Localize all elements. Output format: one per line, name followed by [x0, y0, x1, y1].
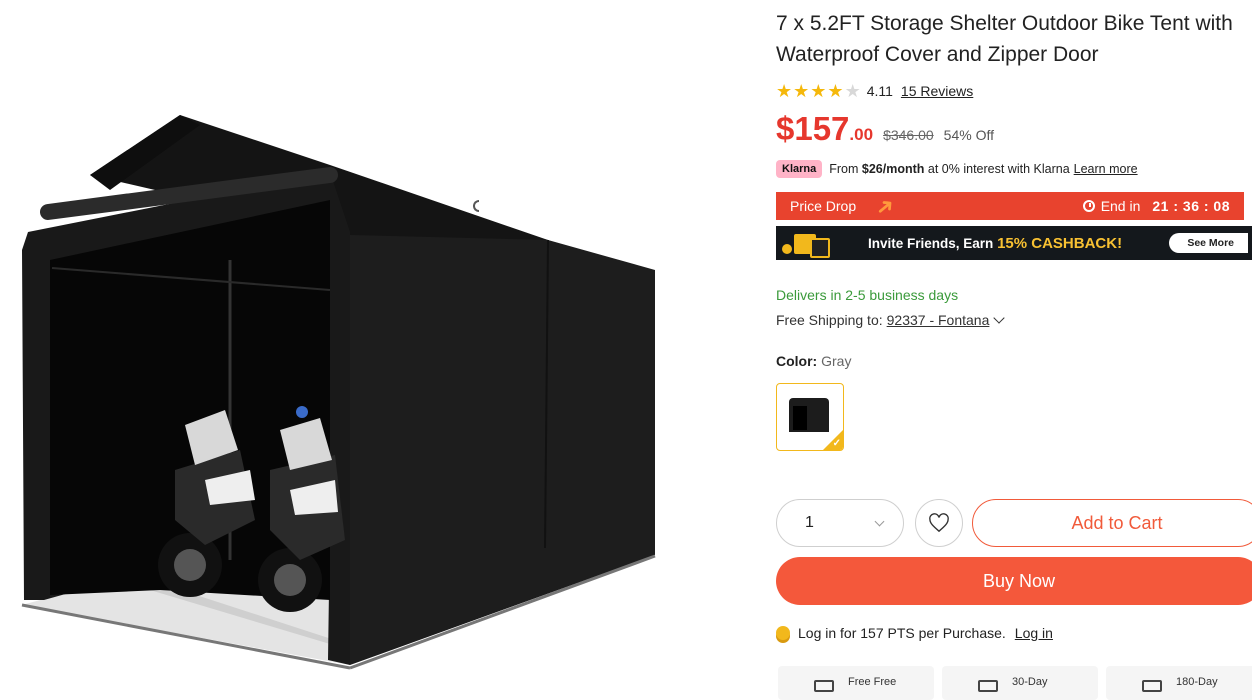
- return-icon: [978, 680, 998, 692]
- star-rating: ★ ★ ★ ★ ★: [776, 82, 861, 100]
- clock-icon: [1082, 200, 1095, 212]
- gift-bags-icon: [776, 226, 846, 260]
- quantity-value: 1: [805, 514, 814, 531]
- klarna-learn-more-link[interactable]: Learn more: [1074, 162, 1138, 176]
- invite-friends-banner[interactable]: Invite Friends, Earn 15% CASHBACK! See M…: [776, 226, 1252, 260]
- shipping-row: Free Shipping to: 92337 - Fontana: [776, 312, 1006, 328]
- price-drop-label: Price Drop: [790, 198, 857, 214]
- klarna-prefix: From: [829, 162, 859, 176]
- feature-free-shipping: Free Free: [778, 666, 934, 700]
- star-icon: ★: [776, 81, 793, 101]
- shield-icon: [1142, 680, 1162, 692]
- chevron-down-icon: [874, 516, 885, 526]
- klarna-row: Klarna From $26/month at 0% interest wit…: [776, 158, 1138, 180]
- klarna-suffix: at 0% interest with Klarna: [927, 162, 1070, 176]
- tent-photo: [21, 115, 656, 670]
- feature-returns: 30-Day: [942, 666, 1098, 700]
- star-icon: ★: [810, 81, 827, 101]
- buy-now-button[interactable]: Buy Now: [776, 557, 1252, 605]
- feature-badges: Free Free 30-Day 180-Day: [778, 666, 1252, 700]
- current-price-cents: .00: [849, 125, 874, 144]
- cashback-highlight: 15% CASHBACK!: [997, 234, 1123, 252]
- feature-label: Free Free: [848, 676, 897, 688]
- quantity-select[interactable]: 1: [776, 499, 904, 547]
- feature-label: 180-Day: [1176, 676, 1218, 688]
- product-title: 7 x 5.2FT Storage Shelter Outdoor Bike T…: [776, 12, 1233, 66]
- feature-label: 30-Day: [1012, 676, 1048, 688]
- price-row: $157 .00 $346.00 54% Off: [776, 110, 994, 152]
- product-main-image[interactable]: [0, 0, 680, 688]
- discount-label: 54% Off: [943, 127, 994, 143]
- star-icon: ★: [844, 81, 861, 101]
- end-in-label: End in: [1100, 198, 1141, 214]
- original-price: $346.00: [883, 127, 934, 143]
- arrow-down-icon: ➜: [869, 191, 900, 223]
- star-icon: ★: [793, 81, 810, 101]
- current-price: $157: [776, 110, 850, 147]
- klarna-logo: Klarna: [776, 160, 823, 178]
- zip-location-link[interactable]: 92337 - Fontana: [887, 312, 990, 328]
- truck-icon: [814, 680, 834, 692]
- star-icon: ★: [827, 81, 844, 101]
- shipping-label: Free Shipping to:: [776, 312, 883, 328]
- color-label: Color:: [776, 353, 818, 369]
- banner-edge: [473, 200, 479, 212]
- see-more-button[interactable]: See More: [1169, 233, 1248, 253]
- rating-row: ★ ★ ★ ★ ★ 4.11 15 Reviews: [776, 80, 973, 102]
- product-info-panel: 7 x 5.2FT Storage Shelter Outdoor Bike T…: [776, 0, 1252, 700]
- invite-text: Invite Friends, Earn 15% CASHBACK!: [868, 234, 1123, 252]
- klarna-amount: $26/month: [861, 162, 925, 176]
- log-in-link[interactable]: Log in: [1015, 625, 1053, 641]
- wishlist-button[interactable]: [915, 499, 963, 547]
- countdown-timer: 21 : 36 : 08: [1152, 198, 1230, 214]
- rating-value: 4.11: [866, 83, 893, 99]
- points-text: Log in for 157 PTS per Purchase.: [798, 625, 1006, 641]
- points-row: Log in for 157 PTS per Purchase. Log in: [776, 625, 1053, 641]
- color-value: Gray: [821, 353, 852, 369]
- color-label-row: Color: Gray: [776, 353, 851, 369]
- delivery-eta: Delivers in 2-5 business days: [776, 287, 959, 303]
- coins-icon: [776, 626, 790, 640]
- chevron-down-icon[interactable]: [993, 312, 1006, 324]
- feature-warranty: 180-Day: [1106, 666, 1252, 700]
- add-to-cart-button[interactable]: Add to Cart: [972, 499, 1252, 547]
- check-icon: ✓: [832, 438, 841, 449]
- color-swatch-gray[interactable]: ✓: [776, 383, 844, 451]
- price-drop-banner: Price Drop ➜ End in 21 : 36 : 08: [776, 191, 1244, 223]
- reviews-link[interactable]: 15 Reviews: [901, 83, 973, 99]
- heart-icon: [929, 513, 949, 533]
- countdown: End in 21 : 36 : 08: [1082, 198, 1230, 214]
